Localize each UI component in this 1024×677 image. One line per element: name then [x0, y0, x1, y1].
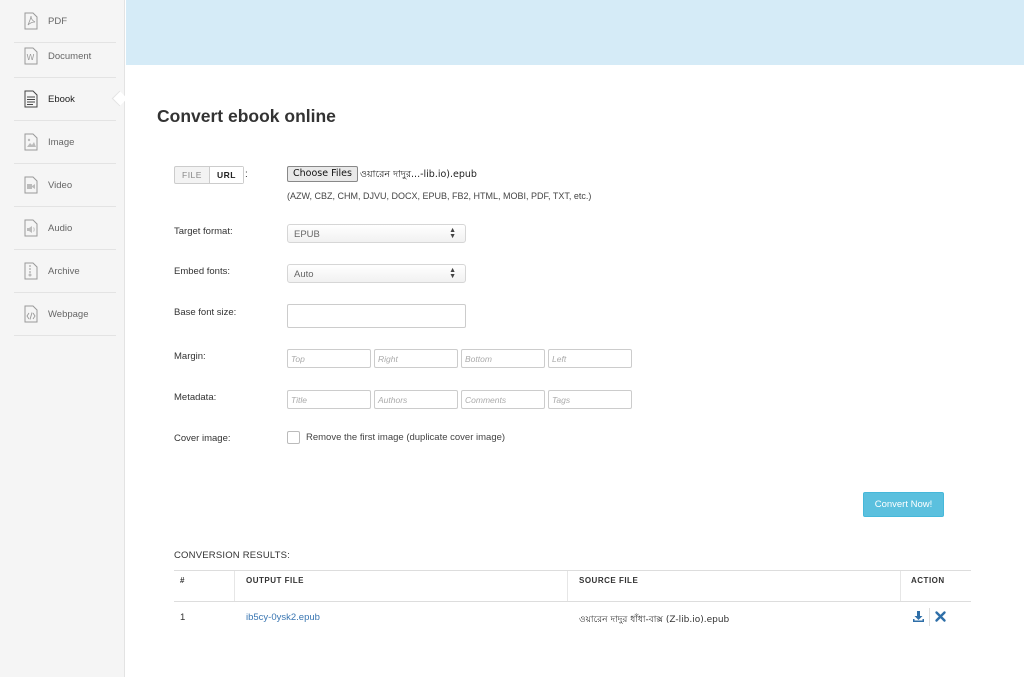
sidebar-item-webpage[interactable]: Webpage	[14, 293, 116, 336]
pdf-icon	[24, 12, 38, 30]
sidebar-item-label: Image	[48, 136, 75, 148]
action-divider	[929, 608, 930, 626]
sidebar-item-label: PDF	[48, 15, 67, 27]
metadata-label: Metadata:	[174, 392, 217, 403]
metadata-tags-input[interactable]: Tags	[548, 390, 632, 409]
conversion-results-title: CONVERSION RESULTS:	[174, 550, 291, 561]
embed-fonts-select[interactable]: Auto ▲ ▼	[287, 264, 466, 283]
embed-fonts-label: Embed fonts:	[174, 266, 230, 277]
sidebar-item-image[interactable]: Image	[14, 121, 116, 164]
column-divider	[900, 571, 901, 601]
header-action: ACTION	[911, 576, 945, 585]
sidebar-item-label: Video	[48, 179, 73, 191]
margin-bottom-input[interactable]: Bottom	[461, 349, 545, 368]
row-index: 1	[180, 612, 186, 623]
margin-left-input[interactable]: Left	[548, 349, 632, 368]
source-toggle: FILE URL	[174, 166, 244, 184]
source-colon: :	[245, 169, 248, 180]
output-file-link[interactable]: ib5cy-0ysk2.epub	[246, 612, 320, 623]
delete-icon[interactable]	[934, 610, 947, 623]
download-icon[interactable]	[912, 610, 925, 623]
base-font-size-label: Base font size:	[174, 307, 237, 318]
base-font-size-input[interactable]	[287, 304, 466, 328]
margin-label: Margin:	[174, 351, 206, 362]
choose-files-button[interactable]: Choose Files	[287, 166, 358, 182]
image-icon	[24, 133, 38, 151]
sidebar: PDF W Document Ebook Image Video Audio A…	[0, 0, 125, 677]
remove-cover-checkbox[interactable]	[287, 431, 300, 444]
column-divider	[567, 571, 568, 601]
sidebar-item-label: Webpage	[48, 308, 89, 320]
metadata-authors-input[interactable]: Authors	[374, 390, 458, 409]
sidebar-item-video[interactable]: Video	[14, 164, 116, 207]
source-file-name: ওয়ারেন দাদুর ধাঁধা-বাক্স (Z-lib.io).epu…	[579, 615, 730, 625]
supported-formats-hint: (AZW, CBZ, CHM, DJVU, DOCX, EPUB, FB2, H…	[287, 191, 592, 201]
column-divider	[234, 571, 235, 601]
page-title: Convert ebook online	[157, 106, 336, 126]
remove-cover-checkbox-label[interactable]: Remove the first image (duplicate cover …	[306, 432, 505, 443]
convert-now-button[interactable]: Convert Now!	[863, 492, 944, 517]
sidebar-item-ebook[interactable]: Ebook	[14, 78, 116, 121]
svg-text:W: W	[27, 53, 35, 62]
sidebar-item-document[interactable]: W Document	[14, 35, 116, 78]
sidebar-item-audio[interactable]: Audio	[14, 207, 116, 250]
sidebar-item-label: Audio	[48, 222, 73, 234]
archive-icon	[24, 262, 38, 280]
embed-fonts-value: Auto	[294, 269, 314, 280]
target-format-select[interactable]: EPUB ▲ ▼	[287, 224, 466, 243]
metadata-title-input[interactable]: Title	[287, 390, 371, 409]
file-toggle-button[interactable]: FILE	[175, 167, 210, 183]
header-index: #	[180, 576, 185, 585]
word-document-icon: W	[24, 47, 38, 65]
cover-image-label: Cover image:	[174, 433, 231, 444]
video-icon	[24, 176, 38, 194]
sidebar-item-label: Document	[48, 50, 92, 62]
sidebar-item-label: Archive	[48, 265, 80, 277]
select-arrows-icon: ▲ ▼	[449, 267, 456, 280]
sidebar-item-label: Ebook	[48, 93, 75, 105]
selected-file-name: ওয়ারেন দাদুর...-lib.io).epub	[360, 169, 477, 180]
margin-right-input[interactable]: Right	[374, 349, 458, 368]
metadata-comments-input[interactable]: Comments	[461, 390, 545, 409]
top-banner	[126, 0, 1024, 65]
margin-top-input[interactable]: Top	[287, 349, 371, 368]
url-toggle-button[interactable]: URL	[209, 167, 243, 183]
select-arrows-icon: ▲ ▼	[449, 227, 456, 240]
header-output-file: OUTPUT FILE	[246, 576, 304, 585]
sidebar-item-archive[interactable]: Archive	[14, 250, 116, 293]
target-format-label: Target format:	[174, 226, 233, 237]
audio-icon	[24, 219, 38, 237]
webpage-icon	[24, 305, 38, 323]
header-source-file: SOURCE FILE	[579, 576, 639, 585]
ebook-icon	[24, 90, 38, 108]
results-table-header	[174, 570, 971, 602]
target-format-value: EPUB	[294, 229, 320, 240]
